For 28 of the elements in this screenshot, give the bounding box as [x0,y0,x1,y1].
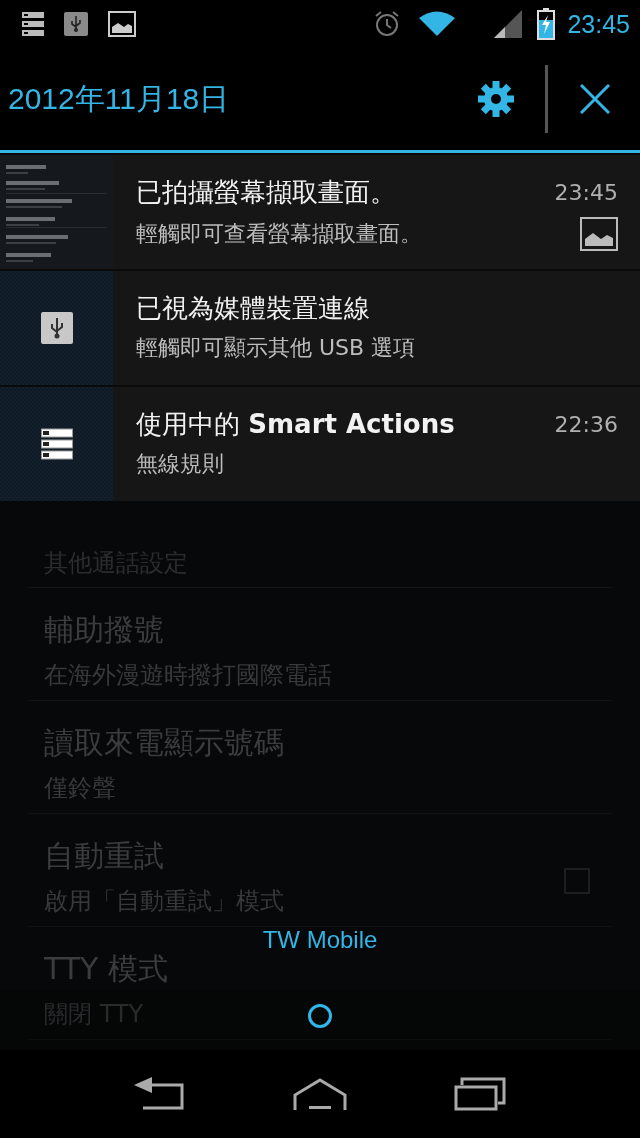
notification[interactable]: 使用中的 Smart Actions 22:36 無線規則 [0,387,640,501]
settings-icon[interactable] [477,80,515,118]
close-icon[interactable] [580,84,610,114]
list-icon [22,11,44,37]
battery-charging-icon [537,8,556,40]
list-icon [40,428,73,460]
notification-text: 輕觸即可顯示其他 USB 選項 [136,334,416,362]
notification-title: 使用中的 Smart Actions [136,408,455,441]
notification-text: 無線規則 [136,450,224,478]
signal-icon [493,9,524,39]
clock: 23:45 [567,9,630,39]
wifi-icon [419,11,456,37]
notification-time: 23:45 [554,179,618,205]
recent-apps-icon[interactable] [454,1077,507,1111]
notification-title: 已視為媒體裝置連線 [136,292,370,325]
notification-title: 已拍攝螢幕擷取畫面。 [136,176,396,209]
usb-icon [64,12,88,36]
home-icon[interactable] [293,1077,347,1111]
carrier-label: TW Mobile [262,926,378,953]
notification-text: 輕觸即可查看螢幕擷取畫面。 [136,220,422,248]
search-ring-icon[interactable] [308,1004,332,1028]
notification-time: 22:36 [554,411,618,437]
back-icon[interactable] [133,1077,186,1111]
picture-icon [108,11,136,37]
date-text: 2012年11月18日 [8,80,231,117]
notification[interactable]: 已視為媒體裝置連線 輕觸即可顯示其他 USB 選項 [0,271,640,385]
notification[interactable]: 已拍攝螢幕擷取畫面。 23:45 輕觸即可查看螢幕擷取畫面。 [0,155,640,269]
usb-icon [40,312,73,344]
